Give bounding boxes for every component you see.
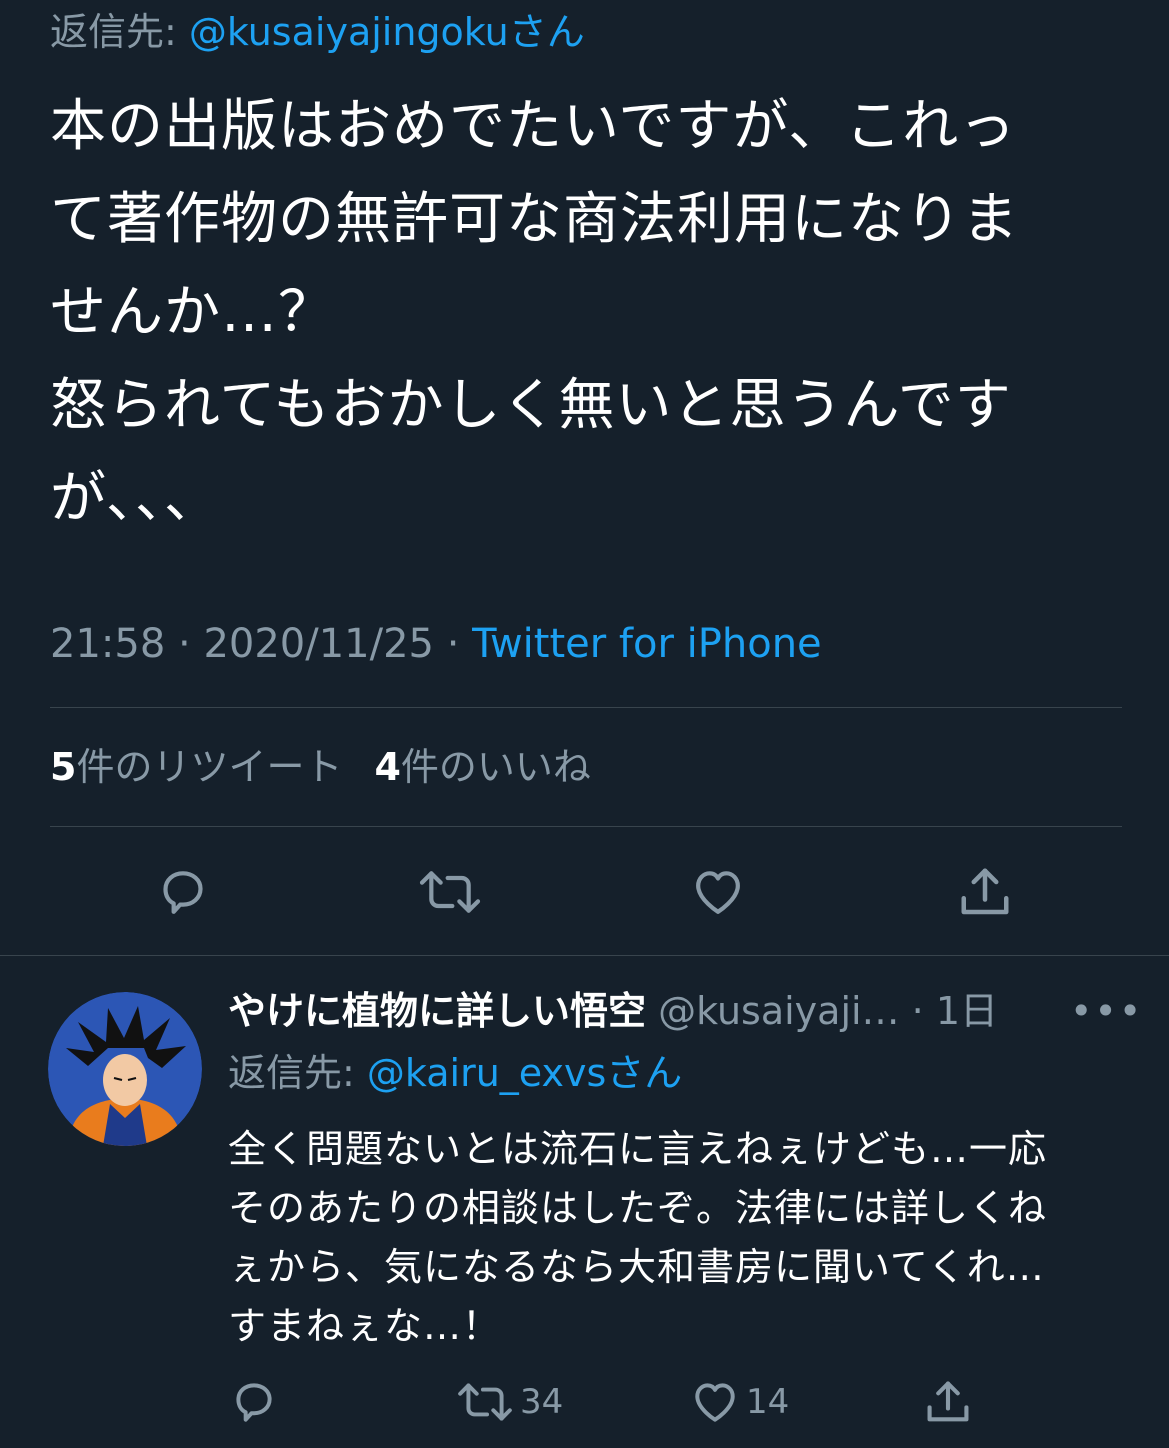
reply-to-suffix: さん [606, 1051, 683, 1095]
retweet-label: 件のリツイート [76, 745, 343, 789]
reply-to-line: 返信先: @kusaiyajingokuさん [50, 8, 585, 56]
reply-reply-button[interactable] [226, 1374, 282, 1430]
reply-to-handle-link[interactable]: @kusaiyajingoku [189, 10, 509, 54]
like-count: 14 [746, 1382, 790, 1422]
user-handle[interactable]: @kusaiyaji… [658, 989, 899, 1033]
reply-like-button[interactable]: 14 [690, 1374, 800, 1430]
retweet-count: 5 [50, 745, 77, 789]
divider [50, 707, 1122, 708]
share-icon [927, 1381, 969, 1422]
tweet-text-line: 本の出版はおめでたいですが、これっ [50, 94, 1017, 159]
tweet-time: 21:58 [50, 621, 166, 667]
reply-text-line: そのあたりの相談はしたぞ。法律には詳しくね [228, 1186, 1048, 1230]
reply-share-button[interactable] [920, 1374, 976, 1430]
tweet-text-line: せんか…？ [50, 280, 335, 345]
retweet-stat[interactable]: 5件のリツイート [50, 745, 342, 789]
like-button[interactable] [684, 860, 752, 924]
time-separator: · [899, 989, 936, 1033]
reply-header: やけに植物に詳しい悟空 @kusaiyaji… · 1日 [228, 986, 998, 1036]
like-label: 件のいいね [400, 745, 591, 789]
reply-icon [163, 871, 203, 914]
reply-to-label: 返信先: [228, 1051, 367, 1095]
reply-to-label: 返信先: [50, 10, 189, 54]
divider [0, 955, 1169, 956]
tweet-text-line: て著作物の無許可な商法利用になりま [50, 187, 1019, 252]
retweet-button[interactable] [412, 860, 488, 924]
reply-button[interactable] [148, 860, 218, 924]
reply-retweet-button[interactable]: 34 [456, 1374, 576, 1430]
reply-text-line: すまねぇな…！ [228, 1304, 502, 1348]
share-button[interactable] [950, 860, 1020, 924]
heart-icon [695, 1383, 735, 1422]
retweet-count: 34 [520, 1382, 564, 1422]
avatar-image [48, 992, 202, 1146]
retweet-icon [458, 1383, 512, 1421]
divider [50, 826, 1122, 827]
tweet-source-link[interactable]: Twitter for iPhone [472, 621, 822, 667]
share-icon [961, 868, 1009, 915]
reply-reply-to-line: 返信先: @kairu_exvsさん [228, 1048, 682, 1098]
tweet-stats: 5件のリツイート 4件のいいね [50, 742, 623, 792]
like-stat[interactable]: 4件のいいね [374, 745, 590, 789]
avatar[interactable] [48, 992, 202, 1146]
reply-body: 全く問題ないとは流石に言えねぇけども…一応 そのあたりの相談はしたぞ。法律には詳… [228, 1120, 1128, 1356]
tweet-meta: 21:58 · 2020/11/25 · Twitter for iPhone [50, 618, 822, 670]
more-options-icon[interactable]: ••• [1070, 992, 1143, 1030]
tweet-body: 本の出版はおめでたいですが、これっ て著作物の無許可な商法利用になりま せんか…… [50, 80, 1130, 545]
reply-to-handle-link[interactable]: @kairu_exvs [367, 1051, 606, 1095]
display-name[interactable]: やけに植物に詳しい悟空 [228, 989, 646, 1033]
reply-text-line: 全く問題ないとは流石に言えねぇけども…一応 [228, 1127, 1048, 1171]
tweet-text-line: 怒られてもおかしく無いと思うんです [50, 373, 1012, 438]
like-count: 4 [374, 745, 401, 789]
time-ago: 1日 [935, 989, 998, 1033]
tweet-text-line: が、、、 [50, 466, 221, 531]
reply-to-suffix: さん [508, 10, 585, 54]
retweet-icon [419, 871, 481, 913]
reply-icon [236, 1383, 272, 1422]
meta-separator: · [433, 621, 473, 667]
heart-icon [696, 871, 740, 914]
reply-text-line: ぇから、気になるなら大和書房に聞いてくれ… [228, 1245, 1045, 1289]
tweet-date: 2020/11/25 [203, 621, 434, 667]
meta-separator: · [165, 621, 204, 667]
